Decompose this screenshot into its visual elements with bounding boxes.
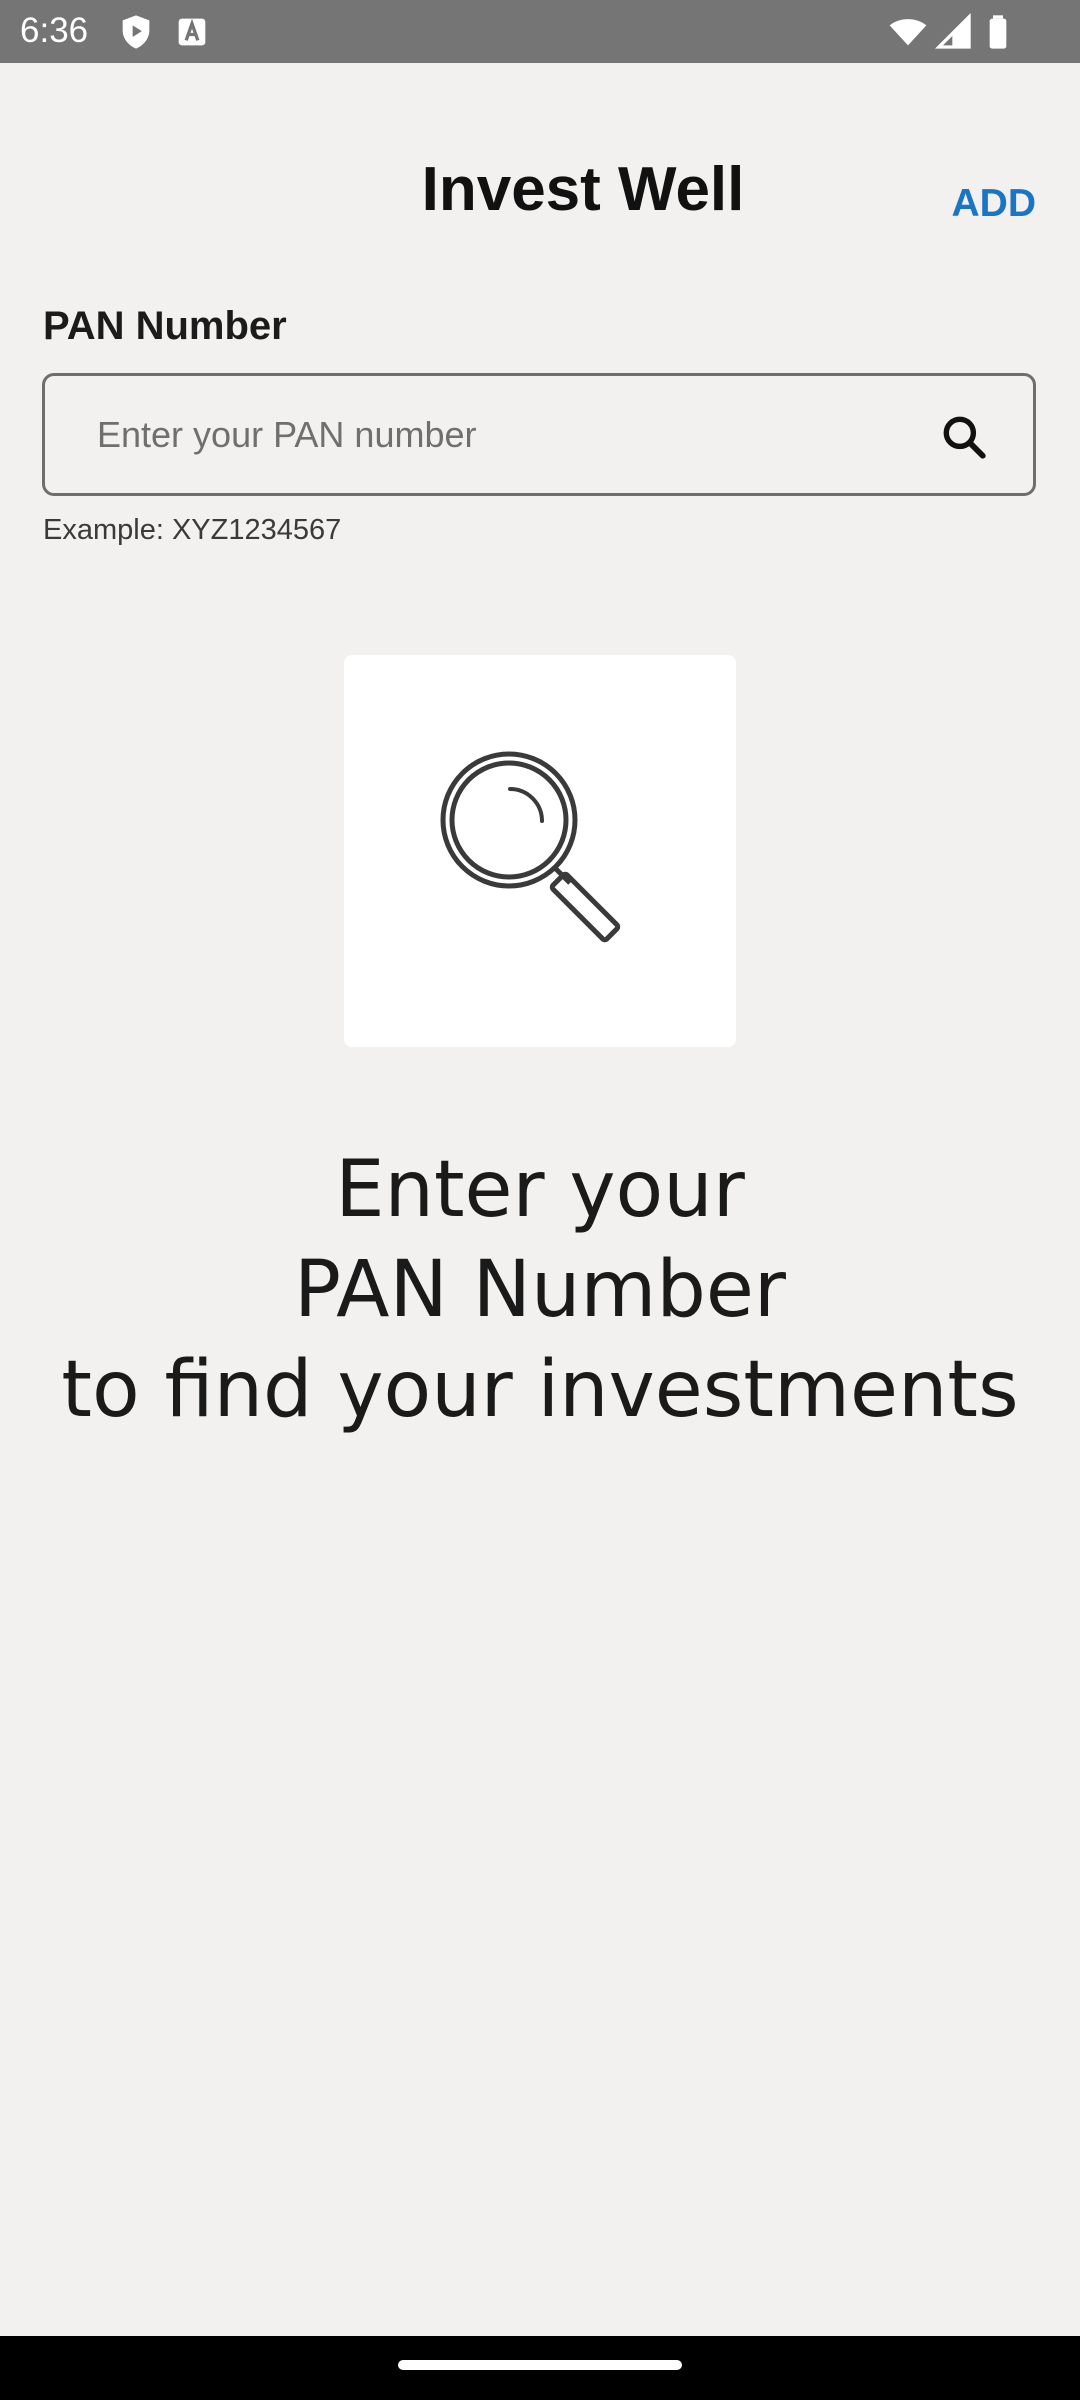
text-a-icon <box>172 12 212 52</box>
pan-number-input[interactable] <box>97 376 897 493</box>
magnifier-icon <box>440 751 621 943</box>
battery-icon <box>978 12 1018 52</box>
empty-state-line: Enter your <box>335 1145 745 1235</box>
add-button[interactable]: ADD <box>952 176 1037 232</box>
empty-state-line: PAN Number <box>294 1245 786 1335</box>
home-indicator[interactable] <box>398 2360 682 2370</box>
pan-field-label: PAN Number <box>43 304 287 348</box>
pan-helper-text: Example: XYZ1234567 <box>43 514 342 546</box>
shield-play-icon <box>116 12 156 52</box>
wifi-icon <box>888 12 928 52</box>
search-icon[interactable] <box>939 412 989 462</box>
empty-state-illustration <box>344 655 736 1047</box>
page-title: Invest Well <box>421 155 745 224</box>
navigation-bar <box>0 2336 1080 2400</box>
empty-state-message: Enter your PAN Number to find your inves… <box>40 1140 1040 1440</box>
status-time: 6:36 <box>20 11 89 50</box>
signal-icon <box>934 12 974 52</box>
empty-state-line: to find your investments <box>61 1345 1019 1435</box>
status-bar: 6:36 <box>0 0 1080 63</box>
pan-input-container <box>42 373 1036 496</box>
